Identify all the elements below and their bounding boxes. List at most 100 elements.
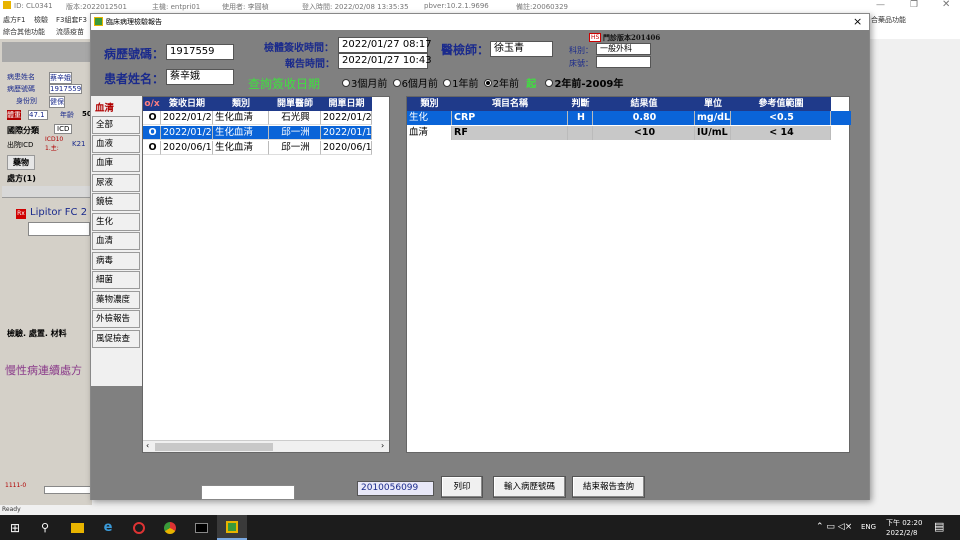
clock-date[interactable]: 2022/2/8	[886, 529, 917, 537]
category-virus[interactable]: 病毒	[92, 252, 140, 270]
scroll-right-icon[interactable]: ›	[381, 441, 384, 450]
sign-time-label: 檢體簽收時間：	[264, 43, 334, 54]
patient-id-label: 病歷號碼	[7, 85, 35, 93]
patient-name-label: 患者姓名：	[104, 72, 165, 86]
maximize-icon[interactable]: ❐	[910, 0, 918, 10]
result-grid: 類別 項目名稱 判斷 結果值 單位 參考值範圍 生化 CRP H 0.80 mg/dL <…	[406, 96, 851, 453]
clinic-version: 門診版本201406	[603, 33, 661, 42]
host-id: ID: CL0341	[14, 2, 53, 10]
file-explorer-icon[interactable]	[62, 515, 92, 540]
cell-doctor: 邱一洲	[269, 141, 321, 155]
horizontal-scrollbar[interactable]: ‹ ›	[143, 440, 389, 452]
header-ox: o/x	[143, 97, 161, 111]
radio-6-months[interactable]: 6個月前	[392, 79, 438, 90]
dept-label: 科別：	[569, 46, 593, 55]
terminal-icon[interactable]	[186, 515, 216, 540]
identity-label: 身份別	[16, 97, 37, 105]
category-drug-level[interactable]: 藥物濃度	[92, 291, 140, 309]
drug-tab[interactable]: 藥物	[7, 155, 35, 170]
category-serum[interactable]: 血清	[92, 232, 140, 250]
category-bacteria[interactable]: 細菌	[92, 271, 140, 289]
cell-doctor: 石光興	[269, 111, 321, 125]
input-chart-no-button[interactable]: 輸入病歷號碼	[493, 476, 566, 498]
close-icon[interactable]: ✕	[942, 0, 950, 10]
end-query-button[interactable]: 結束報告查詢	[572, 476, 645, 498]
cell-item: CRP	[452, 111, 568, 125]
scroll-thumb[interactable]	[155, 443, 273, 451]
menu-item-drug-func[interactable]: 合藥品功能	[871, 15, 906, 25]
icd10-label: ICD10	[45, 136, 64, 143]
dept-field: 一般外科	[596, 43, 651, 55]
dialog-body: 病歷號碼： 1917559 患者姓名： 蔡辛娥 檢體簽收時間： 2022/01/…	[91, 30, 869, 500]
notification-icon[interactable]: ▤	[934, 520, 944, 533]
chronic-rx-label: 慢性病連續處方	[5, 364, 82, 377]
edge-browser-icon[interactable]: e	[93, 515, 123, 540]
doctor-field: 徐玉青	[490, 41, 553, 57]
header-type: 類別	[213, 97, 269, 111]
chrome-icon[interactable]	[155, 515, 185, 540]
active-category-label: 血清	[95, 103, 115, 114]
exam-label: 檢驗. 處置. 材料	[7, 329, 67, 338]
query-date-label: 查詢簽收日期	[248, 77, 321, 91]
prescription-label: 處方(1)	[7, 174, 36, 183]
category-blood-bank[interactable]: 血庫	[92, 154, 140, 172]
category-blood[interactable]: 血液	[92, 135, 140, 153]
dialog-close-icon[interactable]: ×	[853, 15, 862, 28]
minimize-icon[interactable]: —	[876, 0, 885, 10]
menu-item-lab[interactable]: 檢驗	[34, 15, 48, 25]
bottom-input[interactable]	[201, 485, 295, 500]
search-icon[interactable]: ⚲	[30, 515, 60, 540]
host-pbver: pbver:10.2.1.9696	[424, 2, 489, 10]
cell-ox: O	[143, 141, 161, 155]
system-tray-icons[interactable]: ⌃ ▭ ◁×	[816, 522, 852, 532]
cell-ox: O	[143, 111, 161, 125]
doctor-label: 醫檢師：	[441, 43, 490, 57]
header-unit: 單位	[695, 97, 731, 111]
category-rheum[interactable]: 風促檢查	[92, 330, 140, 348]
radio-1-year[interactable]: 1年前	[443, 79, 479, 90]
category-microscopy[interactable]: 鏡檢	[92, 193, 140, 211]
query-from-label: 起	[526, 79, 537, 90]
patient-name-field: 蔡辛娥	[166, 69, 234, 85]
scroll-left-icon[interactable]: ‹	[146, 441, 149, 450]
order-no-field: 2010056099	[357, 481, 434, 496]
radio-2years-2009[interactable]: 2年前-2009年	[545, 79, 623, 90]
cell-type: 生化血清	[213, 126, 269, 140]
ime-indicator[interactable]: ENG	[861, 523, 876, 531]
radio-3-months[interactable]: 3個月前	[342, 79, 387, 90]
taskbar: ⊞ ⚲ e ⌃ ▭ ◁× ENG 下午 02:20 2022/2/8 ▤	[0, 515, 960, 540]
patient-name-label: 病患姓名	[7, 73, 35, 81]
category-all[interactable]: 全部	[92, 116, 140, 134]
rx-icon: Rx	[16, 209, 26, 219]
code-label: 1111-0	[5, 482, 27, 489]
print-button[interactable]: 列印	[441, 476, 483, 498]
header-ref-range: 參考值範圍	[731, 97, 831, 111]
icd-code: K21	[72, 140, 86, 148]
menu-item-rx[interactable]: 處方F1	[3, 15, 25, 25]
cell-date: 2020/06/11	[161, 141, 213, 155]
dialog-title-bar: 臨床病理檢驗報告 ×	[91, 14, 869, 30]
host-server: 主機: entpri01	[152, 3, 201, 11]
cell-type: 生化	[407, 111, 452, 125]
category-external[interactable]: 外檢報告	[92, 310, 140, 328]
report-time-label: 報告時間：	[285, 59, 335, 70]
cell-type: 生化血清	[213, 141, 269, 155]
bed-label: 床號：	[569, 59, 593, 68]
his-app-icon[interactable]	[217, 515, 247, 540]
menu-item-flu[interactable]: 流感疫苗	[56, 27, 84, 37]
windows-start-icon[interactable]: ⊞	[0, 515, 30, 540]
patient-id-value: 1917559	[49, 84, 83, 94]
order-list-grid: o/x 簽收日期 類別 開單醫師 開單日期 O 2022/01/29 生化血清 石光興…	[142, 96, 390, 453]
menu-item-set[interactable]: F3組套F3	[56, 15, 87, 25]
icd-button[interactable]: ICD	[54, 124, 73, 134]
category-biochem[interactable]: 生化	[92, 213, 140, 231]
chart-no-field[interactable]: 1917559	[166, 44, 234, 60]
cell-flag	[568, 126, 593, 140]
category-urine[interactable]: 尿液	[92, 174, 140, 192]
menu-item-misc[interactable]: 綜合其他功能	[3, 27, 45, 37]
app-icon-red[interactable]	[124, 515, 154, 540]
clock-time[interactable]: 下午 02:20	[886, 518, 922, 528]
radio-2-years[interactable]: 2年前	[483, 79, 519, 90]
drug-item[interactable]: Lipitor FC 2	[30, 207, 87, 218]
identity-value: 健保	[49, 96, 65, 108]
